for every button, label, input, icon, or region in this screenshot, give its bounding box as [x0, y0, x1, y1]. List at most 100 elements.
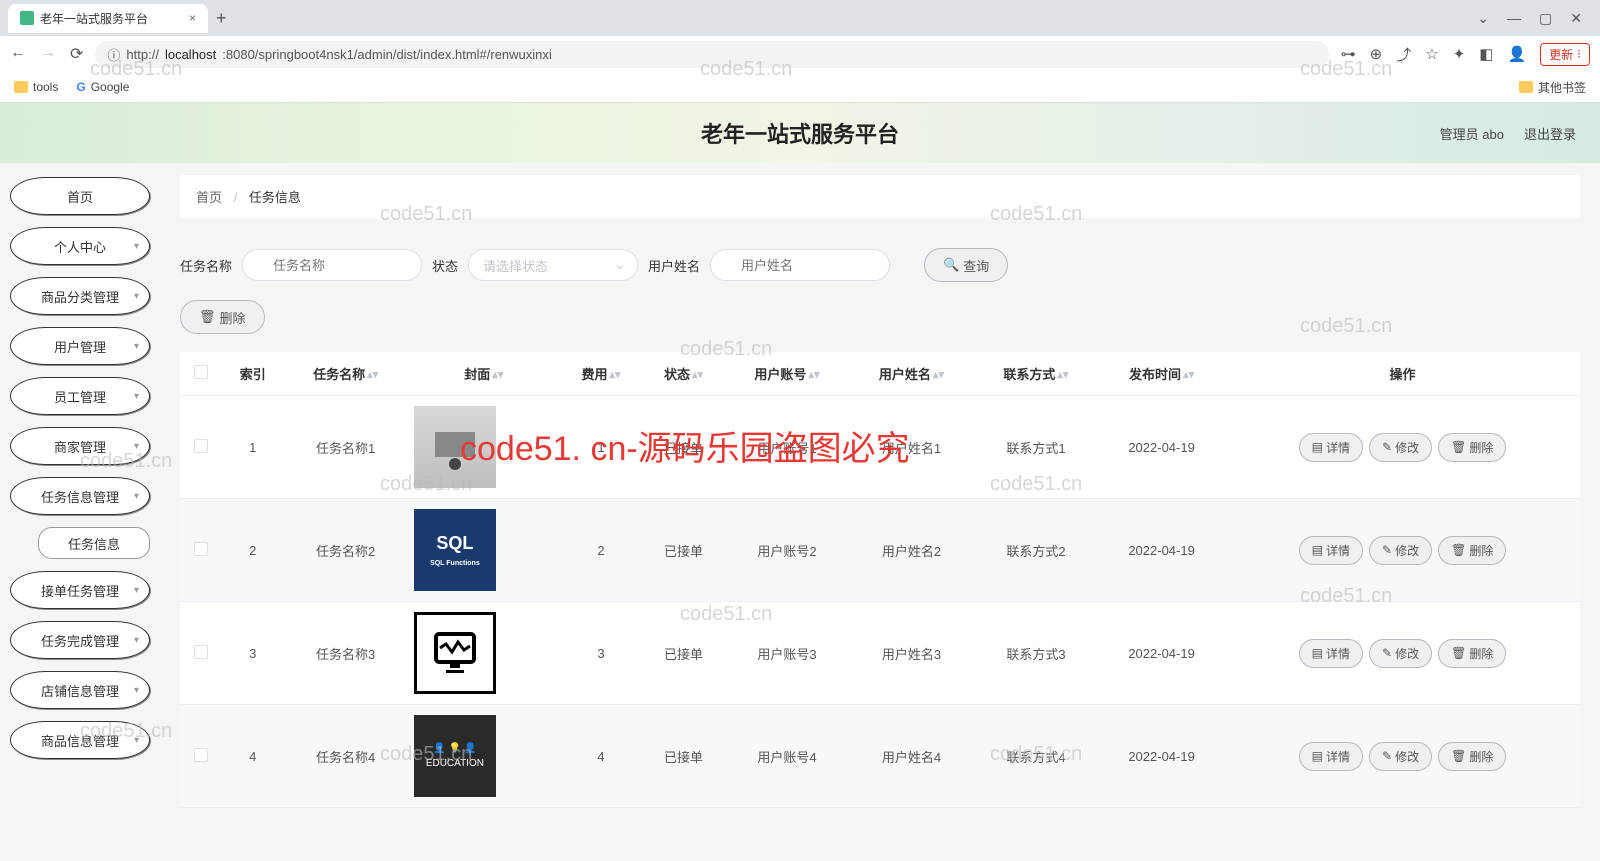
sidebar-item-0[interactable]: 首页 — [10, 177, 150, 215]
cover-thumbnail[interactable]: 👤💡👤EDUCATION — [414, 715, 496, 797]
sidebar-item-9[interactable]: 任务完成管理▾ — [10, 621, 150, 659]
cell-index: 2 — [222, 499, 283, 602]
forward-icon[interactable]: → — [40, 44, 56, 64]
table-row: 3 任务名称3 3 已接单 用户账号3 用户姓名3 联系方式3 2022-04-… — [180, 602, 1580, 705]
translate-icon[interactable]: ⊕ — [1370, 45, 1383, 63]
col-fee[interactable]: 费用▴▾ — [560, 352, 642, 396]
chevron-down-icon: ▾ — [134, 241, 139, 252]
col-status[interactable]: 状态▴▾ — [642, 352, 724, 396]
sidebar-item-10[interactable]: 店铺信息管理▾ — [10, 671, 150, 709]
cell-cover: 👤💡👤EDUCATION — [408, 705, 560, 808]
row-delete-button[interactable]: 🗑删除 — [1438, 639, 1506, 668]
chevron-down-icon: ▾ — [134, 585, 139, 596]
new-tab-button[interactable]: + — [216, 8, 227, 29]
cell-contact: 联系方式3 — [974, 602, 1098, 705]
chevron-down-icon: ▾ — [134, 341, 139, 352]
cell-contact: 联系方式4 — [974, 705, 1098, 808]
maximize-icon[interactable]: ▢ — [1539, 10, 1552, 27]
delete-button[interactable]: 🗑删除 — [180, 300, 265, 334]
tab-title: 老年一站式服务平台 — [40, 10, 148, 27]
sidebar: 首页个人中心▾ 商品分类管理▾ 用户管理▾ 员工管理▾ 商家管理▾ 任务信息管理▾ 任务信息… — [0, 163, 160, 861]
filter-user-input[interactable] — [710, 249, 890, 281]
edit-icon: ✎ — [1382, 440, 1392, 454]
cell-username: 用户姓名3 — [849, 602, 973, 705]
detail-button[interactable]: ▤详情 — [1299, 433, 1363, 462]
cell-fee: 1 — [560, 396, 642, 499]
window-controls: ⌄ — ▢ ✕ — [1477, 10, 1592, 27]
row-checkbox[interactable] — [194, 748, 208, 762]
admin-label[interactable]: 管理员 abo — [1440, 124, 1504, 143]
select-all-checkbox[interactable] — [194, 365, 208, 379]
sidebar-item-6[interactable]: 任务信息管理▾ — [10, 477, 150, 515]
detail-button[interactable]: ▤详情 — [1299, 742, 1363, 771]
col-account[interactable]: 用户账号▴▾ — [725, 352, 849, 396]
row-checkbox[interactable] — [194, 439, 208, 453]
sidebar-item-3[interactable]: 用户管理▾ — [10, 327, 150, 365]
google-icon: G — [76, 80, 85, 94]
row-delete-button[interactable]: 🗑删除 — [1438, 433, 1506, 462]
sidebar-item-4[interactable]: 员工管理▾ — [10, 377, 150, 415]
col-username[interactable]: 用户姓名▴▾ — [849, 352, 973, 396]
sidebar-item-7[interactable]: 任务信息 — [38, 527, 150, 559]
edit-button[interactable]: ✎修改 — [1369, 536, 1432, 565]
share-icon[interactable]: ⤴ — [1396, 44, 1411, 65]
key-icon[interactable]: ⊶ — [1341, 45, 1356, 63]
edit-button[interactable]: ✎修改 — [1369, 639, 1432, 668]
panel-icon[interactable]: ◧ — [1479, 45, 1493, 63]
extensions-icon[interactable]: ✦ — [1453, 45, 1466, 63]
chevron-down-icon[interactable]: ⌄ — [1477, 10, 1489, 27]
detail-button[interactable]: ▤详情 — [1299, 639, 1363, 668]
cell-index: 3 — [222, 602, 283, 705]
sidebar-item-1[interactable]: 个人中心▾ — [10, 227, 150, 265]
sidebar-item-8[interactable]: 接单任务管理▾ — [10, 571, 150, 609]
col-publish[interactable]: 发布时间▴▾ — [1098, 352, 1225, 396]
update-button[interactable]: 更新 ⁝ — [1540, 43, 1590, 66]
filter-name-input[interactable] — [242, 249, 422, 281]
logout-link[interactable]: 退出登录 — [1524, 124, 1576, 143]
row-checkbox[interactable] — [194, 645, 208, 659]
cell-publish: 2022-04-19 — [1098, 396, 1225, 499]
row-delete-button[interactable]: 🗑删除 — [1438, 742, 1506, 771]
detail-button[interactable]: ▤详情 — [1299, 536, 1363, 565]
back-icon[interactable]: ← — [10, 44, 26, 64]
breadcrumb-home[interactable]: 首页 — [196, 190, 222, 205]
row-checkbox[interactable] — [194, 542, 208, 556]
bookmark-other[interactable]: 其他书签 — [1519, 79, 1586, 96]
edit-icon: ✎ — [1382, 543, 1392, 557]
sidebar-item-11[interactable]: 商品信息管理▾ — [10, 721, 150, 759]
close-window-icon[interactable]: ✕ — [1570, 10, 1582, 27]
reload-icon[interactable]: ⟳ — [70, 44, 83, 64]
cover-thumbnail[interactable]: SQLSQL Functions — [414, 509, 496, 591]
query-button[interactable]: 🔍查询 — [924, 248, 1008, 282]
star-icon[interactable]: ☆ — [1425, 45, 1438, 63]
col-contact[interactable]: 联系方式▴▾ — [974, 352, 1098, 396]
edit-button[interactable]: ✎修改 — [1369, 742, 1432, 771]
minimize-icon[interactable]: — — [1507, 10, 1521, 27]
cover-thumbnail[interactable] — [414, 612, 496, 694]
url-host: localhost — [165, 47, 216, 62]
folder-icon — [14, 81, 28, 93]
filter-status-select[interactable]: 请选择状态⌄ — [468, 249, 638, 281]
edit-button[interactable]: ✎修改 — [1369, 433, 1432, 462]
sidebar-item-2[interactable]: 商品分类管理▾ — [10, 277, 150, 315]
sidebar-item-5[interactable]: 商家管理▾ — [10, 427, 150, 465]
bookmark-google[interactable]: GGoogle — [76, 80, 129, 94]
profile-icon[interactable]: 👤 — [1507, 45, 1526, 63]
cell-index: 1 — [222, 396, 283, 499]
sort-icon: ▴▾ — [933, 373, 944, 378]
sort-icon: ▴▾ — [1183, 373, 1194, 378]
browser-tab[interactable]: 老年一站式服务平台 × — [8, 4, 208, 33]
tab-bar: 老年一站式服务平台 × + ⌄ — ▢ ✕ — [0, 0, 1600, 36]
bookmark-tools[interactable]: tools — [14, 80, 58, 94]
cover-thumbnail[interactable] — [414, 406, 496, 488]
col-cover[interactable]: 封面▴▾ — [408, 352, 560, 396]
row-delete-button[interactable]: 🗑删除 — [1438, 536, 1506, 565]
cell-index: 4 — [222, 705, 283, 808]
cell-username: 用户姓名2 — [849, 499, 973, 602]
main-content: 首页 / 任务信息 任务名称 🔍 状态 请选择状态⌄ 用户姓名 🔍 🔍查询 🗑删… — [160, 163, 1600, 861]
url-input[interactable]: ⓘ http://localhost:8080/springboot4nsk1/… — [95, 41, 1328, 68]
close-icon[interactable]: × — [189, 11, 196, 25]
col-name[interactable]: 任务名称▴▾ — [283, 352, 407, 396]
col-index[interactable]: 索引 — [222, 352, 283, 396]
cell-cover: SQLSQL Functions — [408, 499, 560, 602]
